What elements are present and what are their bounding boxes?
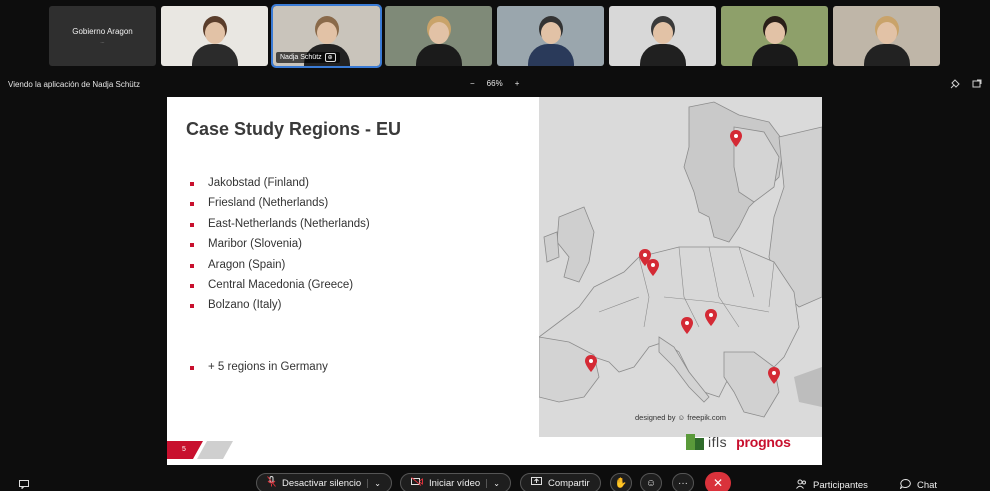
chat-button[interactable]: Chat — [899, 478, 938, 491]
participants-button[interactable]: Participantes — [796, 479, 868, 491]
participant-body — [415, 44, 462, 66]
participant-tile[interactable] — [609, 6, 716, 66]
close-icon: ✕ — [712, 476, 724, 490]
region-item: Friesland (Netherlands) — [190, 197, 370, 209]
europe-map-svg — [538, 97, 822, 437]
more-icon: ··· — [678, 477, 688, 489]
share-button[interactable]: Compartir — [520, 473, 601, 491]
meeting-controls: Desactivar silencio ⌄ Iniciar vídeo ⌄ Co… — [0, 471, 990, 491]
chat-label: Chat — [917, 480, 938, 491]
region-item: Jakobstad (Finland) — [190, 177, 370, 189]
participant-head — [428, 22, 449, 44]
participant-tile-active[interactable]: Nadja Schütz ⊕ — [271, 4, 382, 68]
extra-list: + 5 regions in Germany — [190, 361, 328, 373]
participants-strip: Gobierno Aragon ... Nadja Schütz ⊕ — [49, 4, 940, 68]
participant-tile[interactable] — [833, 6, 940, 66]
participant-body — [639, 44, 686, 66]
ifls-logo-icon — [686, 434, 704, 450]
annotate-icon[interactable] — [950, 79, 960, 91]
participant-body — [191, 44, 238, 66]
region-item: Bolzano (Italy) — [190, 299, 370, 311]
participants-icon — [796, 479, 807, 491]
zoom-in-button[interactable]: + — [515, 79, 520, 88]
region-item: Maribor (Slovenia) — [190, 238, 370, 250]
mute-label: Desactivar silencio — [282, 477, 362, 489]
zoom-control: − 66% + — [470, 79, 519, 88]
mute-button[interactable]: Desactivar silencio ⌄ — [256, 473, 392, 491]
participant-head — [652, 22, 673, 44]
participant-head — [204, 22, 225, 44]
page-number-bar — [167, 441, 233, 459]
chevron-down-icon[interactable]: ⌄ — [486, 478, 500, 488]
participant-tile[interactable] — [385, 6, 492, 66]
participant-head — [316, 22, 337, 44]
slide-title: Case Study Regions - EU — [186, 119, 402, 139]
region-item: East-Netherlands (Netherlands) — [190, 218, 370, 230]
participant-body — [863, 44, 910, 66]
zoom-level: 66% — [486, 79, 503, 88]
popout-icon[interactable] — [972, 79, 982, 91]
participant-tile[interactable] — [161, 6, 268, 66]
europe-map — [538, 97, 822, 437]
mic-off-icon — [267, 476, 276, 490]
caption-icon[interactable] — [19, 479, 29, 491]
participant-badge-icon: ⊕ — [324, 53, 336, 62]
ifls-logo-text: ifls — [708, 434, 728, 450]
participant-name-label: Nadja Schütz ⊕ — [276, 52, 340, 63]
share-view-bar: Viendo la aplicación de Nadja Schütz − 6… — [0, 76, 990, 94]
raise-hand-button[interactable]: ✋ — [610, 473, 632, 491]
participant-body — [751, 44, 798, 66]
region-list: Jakobstad (Finland) Friesland (Netherland… — [190, 177, 370, 320]
reactions-button[interactable]: ☺ — [640, 473, 662, 491]
meeting-window: Gobierno Aragon ... Nadja Schütz ⊕ Viend… — [0, 0, 990, 491]
more-options-button[interactable]: ··· — [672, 473, 694, 491]
map-credit: designed by ☺ freepik.com — [635, 413, 727, 422]
extra-item: + 5 regions in Germany — [190, 361, 328, 373]
video-label: Iniciar vídeo — [429, 477, 481, 489]
participant-body — [527, 44, 574, 66]
video-off-icon — [411, 477, 423, 489]
chat-icon — [899, 478, 911, 491]
participant-tile[interactable]: Gobierno Aragon ... — [49, 6, 156, 66]
viewing-app-label: Viendo la aplicación de Nadja Schütz — [8, 80, 140, 89]
participant-tile[interactable] — [721, 6, 828, 66]
prognos-logo: prognos — [736, 434, 791, 450]
region-item: Aragon (Spain) — [190, 259, 370, 271]
zoom-out-button[interactable]: − — [470, 79, 475, 88]
participant-head — [764, 22, 785, 44]
participant-name: Gobierno Aragon — [72, 27, 133, 36]
participant-subtitle: ... — [100, 39, 105, 45]
participant-tile[interactable] — [497, 6, 604, 66]
emoji-icon: ☺ — [645, 477, 657, 489]
leave-meeting-button[interactable]: ✕ — [705, 472, 731, 491]
shared-slide: Case Study Regions - EU Jakobstad (Finla… — [167, 97, 822, 465]
share-label: Compartir — [548, 477, 590, 489]
chevron-down-icon[interactable]: ⌄ — [367, 478, 381, 488]
video-button[interactable]: Iniciar vídeo ⌄ — [400, 473, 511, 491]
hand-icon: ✋ — [614, 477, 628, 489]
participant-head — [540, 22, 561, 44]
participant-head — [876, 22, 897, 44]
partner-logos: ifls prognos — [686, 434, 791, 450]
page-number: 5 — [182, 446, 186, 453]
participants-label: Participantes — [813, 480, 868, 491]
participant-name: Nadja Schütz — [280, 54, 322, 61]
ifls-logo: ifls — [686, 434, 727, 450]
region-item: Central Macedonia (Greece) — [190, 279, 370, 291]
view-options — [950, 79, 982, 91]
share-screen-icon — [531, 477, 542, 489]
